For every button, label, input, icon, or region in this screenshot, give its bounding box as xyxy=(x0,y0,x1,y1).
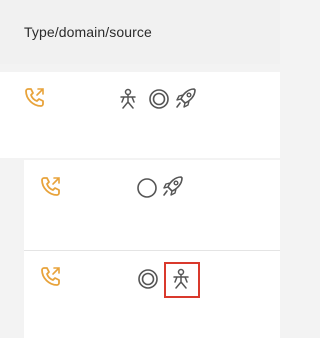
circle-ring-icon[interactable] xyxy=(148,88,170,110)
circle-icon[interactable] xyxy=(136,177,158,199)
table-row[interactable] xyxy=(24,160,280,250)
table-row[interactable] xyxy=(0,72,280,158)
phone-call-icon xyxy=(41,267,60,286)
phone-call-icon xyxy=(25,88,44,107)
circle-ring-icon[interactable] xyxy=(137,268,159,290)
rocket-icon[interactable] xyxy=(161,174,185,198)
highlight-box xyxy=(164,262,200,298)
rocket-icon[interactable] xyxy=(174,86,198,110)
figure-icon[interactable] xyxy=(118,88,138,110)
phone-call-icon xyxy=(41,177,60,196)
column-header-type-domain-source: Type/domain/source xyxy=(24,24,152,40)
table-header: Type/domain/source xyxy=(0,0,280,64)
table-row[interactable] xyxy=(24,251,280,338)
